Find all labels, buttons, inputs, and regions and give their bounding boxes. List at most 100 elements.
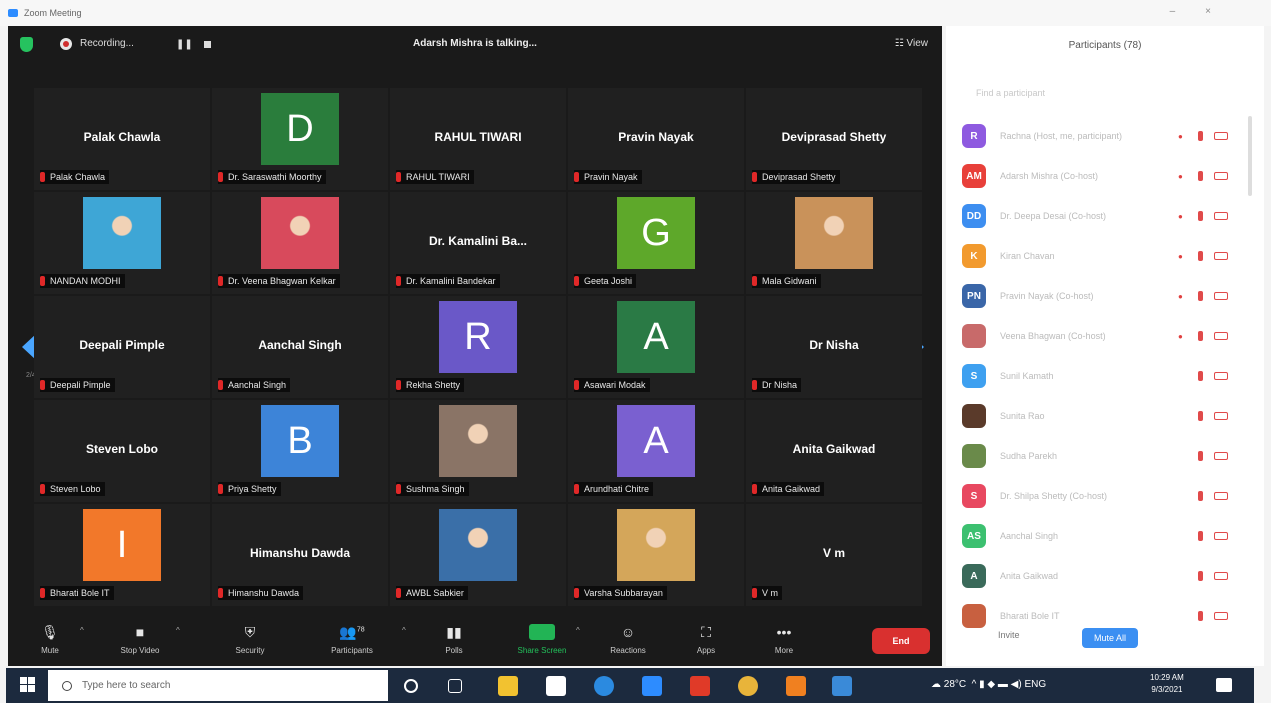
stop-video-button[interactable]: ■ Stop Video	[100, 624, 180, 655]
participant-video-tile[interactable]: A Arundhati Chitre	[568, 400, 744, 502]
edge-browser-icon[interactable]	[594, 676, 614, 696]
muted-mic-icon[interactable]	[1198, 291, 1203, 301]
muted-mic-icon[interactable]	[1198, 611, 1203, 621]
share-screen-button[interactable]: Share Screen	[502, 624, 582, 655]
participant-row[interactable]: K Kiran Chavan ●	[962, 236, 1252, 276]
participant-video-tile[interactable]: Steven Lobo Steven Lobo	[34, 400, 210, 502]
audio-options-caret-icon[interactable]: ^	[80, 626, 84, 635]
participant-video-tile[interactable]: RAHUL TIWARI RAHUL TIWARI	[390, 88, 566, 190]
video-off-icon[interactable]	[1214, 332, 1228, 340]
file-explorer-icon[interactable]	[498, 676, 518, 696]
muted-mic-icon	[574, 380, 579, 390]
participant-video-tile[interactable]: I Bharati Bole IT	[34, 504, 210, 606]
participant-video-tile[interactable]: Palak Chawla Palak Chawla	[34, 88, 210, 190]
video-off-icon[interactable]	[1214, 492, 1228, 500]
participants-button[interactable]: 👥78 Participants	[312, 624, 392, 655]
muted-mic-icon[interactable]	[1198, 451, 1203, 461]
video-off-icon[interactable]	[1214, 532, 1228, 540]
participant-video-tile[interactable]: Anita Gaikwad Anita Gaikwad	[746, 400, 922, 502]
participant-video-tile[interactable]: Deepali Pimple Deepali Pimple	[34, 296, 210, 398]
participant-row[interactable]: Sudha Parekh	[962, 436, 1252, 476]
participant-video-tile[interactable]: Aanchal Singh Aanchal Singh	[212, 296, 388, 398]
video-off-icon[interactable]	[1214, 212, 1228, 220]
participant-video-tile[interactable]: Himanshu Dawda Himanshu Dawda	[212, 504, 388, 606]
participant-row[interactable]: AM Adarsh Mishra (Co-host) ●	[962, 156, 1252, 196]
participant-video-tile[interactable]: A Asawari Modak	[568, 296, 744, 398]
video-options-caret-icon[interactable]: ^	[176, 626, 180, 635]
security-button[interactable]: ⛨ Security	[210, 624, 290, 655]
end-meeting-button[interactable]: End	[872, 628, 930, 654]
participant-row[interactable]: R Rachna (Host, me, participant) ●	[962, 116, 1252, 156]
video-off-icon[interactable]	[1214, 252, 1228, 260]
window-controls[interactable]: –×	[1170, 6, 1241, 17]
participant-video-tile[interactable]: Dr. Kamalini Ba... Dr. Kamalini Bandekar	[390, 192, 566, 294]
more-button[interactable]: ••• More	[744, 624, 824, 655]
vlc-icon[interactable]	[786, 676, 806, 696]
video-off-icon[interactable]	[1214, 452, 1228, 460]
mute-button[interactable]: 🎙 Mute	[10, 624, 90, 655]
participant-row[interactable]: Sunita Rao	[962, 396, 1252, 436]
participant-video-tile[interactable]: B Priya Shetty	[212, 400, 388, 502]
muted-mic-icon[interactable]	[1198, 411, 1203, 421]
muted-mic-icon[interactable]	[1198, 171, 1203, 181]
participant-row[interactable]: S Sunil Kamath	[962, 356, 1252, 396]
participant-video-tile[interactable]: Deviprasad Shetty Deviprasad Shetty	[746, 88, 922, 190]
video-off-icon[interactable]	[1214, 372, 1228, 380]
photos-app-icon[interactable]	[832, 676, 852, 696]
muted-mic-icon[interactable]	[1198, 211, 1203, 221]
mute-all-button[interactable]: Mute All	[1082, 628, 1138, 648]
video-off-icon[interactable]	[1214, 132, 1228, 140]
polls-button[interactable]: ▮▮ Polls	[414, 624, 494, 655]
participant-row[interactable]: S Dr. Shilpa Shetty (Co-host)	[962, 476, 1252, 516]
participant-search-input[interactable]: Find a participant	[976, 88, 1045, 98]
participants-options-caret-icon[interactable]: ^	[402, 626, 406, 635]
notification-center-icon[interactable]	[1216, 678, 1232, 692]
video-off-icon[interactable]	[1214, 172, 1228, 180]
participant-row[interactable]: DD Dr. Deepa Desai (Co-host) ●	[962, 196, 1252, 236]
share-screen-label: Share Screen	[517, 646, 567, 655]
participant-video-tile[interactable]: V m V m	[746, 504, 922, 606]
muted-mic-icon[interactable]	[1198, 491, 1203, 501]
participant-video-tile[interactable]: G Geeta Joshi	[568, 192, 744, 294]
muted-mic-icon[interactable]	[1198, 531, 1203, 541]
participant-row[interactable]: AS Aanchal Singh	[962, 516, 1252, 556]
participant-video-tile[interactable]: AWBL Sabkier	[390, 504, 566, 606]
cortana-icon[interactable]	[404, 679, 418, 693]
muted-mic-icon[interactable]	[1198, 131, 1203, 141]
participant-video-tile[interactable]: NANDAN MODHI	[34, 192, 210, 294]
reactions-button[interactable]: ☺ Reactions	[588, 624, 668, 655]
system-tray[interactable]: ☁ 28°C ^ ▮ ◆ ▬ ◀) ENG	[931, 679, 1046, 690]
office-icon[interactable]	[690, 676, 710, 696]
participant-video-tile[interactable]: Mala Gidwani	[746, 192, 922, 294]
participant-row[interactable]: Veena Bhagwan (Co-host) ●	[962, 316, 1252, 356]
share-options-caret-icon[interactable]: ^	[576, 626, 580, 635]
video-off-icon[interactable]	[1214, 292, 1228, 300]
participant-video-tile[interactable]: Varsha Subbarayan	[568, 504, 744, 606]
participant-video-tile[interactable]: Dr. Veena Bhagwan Kelkar	[212, 192, 388, 294]
zoom-app-icon[interactable]	[642, 676, 662, 696]
taskbar-clock[interactable]: 10:29 AM 9/3/2021	[1150, 672, 1184, 696]
participant-video-tile[interactable]: Dr Nisha Dr Nisha	[746, 296, 922, 398]
participant-list-scrollbar[interactable]	[1248, 116, 1252, 196]
video-off-icon[interactable]	[1214, 612, 1228, 620]
participant-row[interactable]: PN Pravin Nayak (Co-host) ●	[962, 276, 1252, 316]
taskbar-search-box[interactable]: Type here to search	[48, 670, 388, 701]
apps-button[interactable]: ⛶ Apps	[666, 624, 746, 655]
participant-video-tile[interactable]: Pravin Nayak Pravin Nayak	[568, 88, 744, 190]
participant-video-tile[interactable]: D Dr. Saraswathi Moorthy	[212, 88, 388, 190]
video-off-icon[interactable]	[1214, 572, 1228, 580]
participant-video-tile[interactable]: Sushma Singh	[390, 400, 566, 502]
view-button[interactable]: ☷ View	[895, 38, 928, 49]
video-off-icon[interactable]	[1214, 412, 1228, 420]
invite-button[interactable]: Invite	[998, 630, 1020, 640]
participant-row[interactable]: A Anita Gaikwad	[962, 556, 1252, 596]
muted-mic-icon[interactable]	[1198, 331, 1203, 341]
muted-mic-icon[interactable]	[1198, 571, 1203, 581]
muted-mic-icon[interactable]	[1198, 371, 1203, 381]
task-view-icon[interactable]	[448, 679, 462, 693]
muted-mic-icon[interactable]	[1198, 251, 1203, 261]
chrome-icon[interactable]	[738, 676, 758, 696]
store-icon[interactable]	[546, 676, 566, 696]
participant-video-tile[interactable]: R Rekha Shetty	[390, 296, 566, 398]
windows-start-icon[interactable]	[20, 677, 36, 693]
